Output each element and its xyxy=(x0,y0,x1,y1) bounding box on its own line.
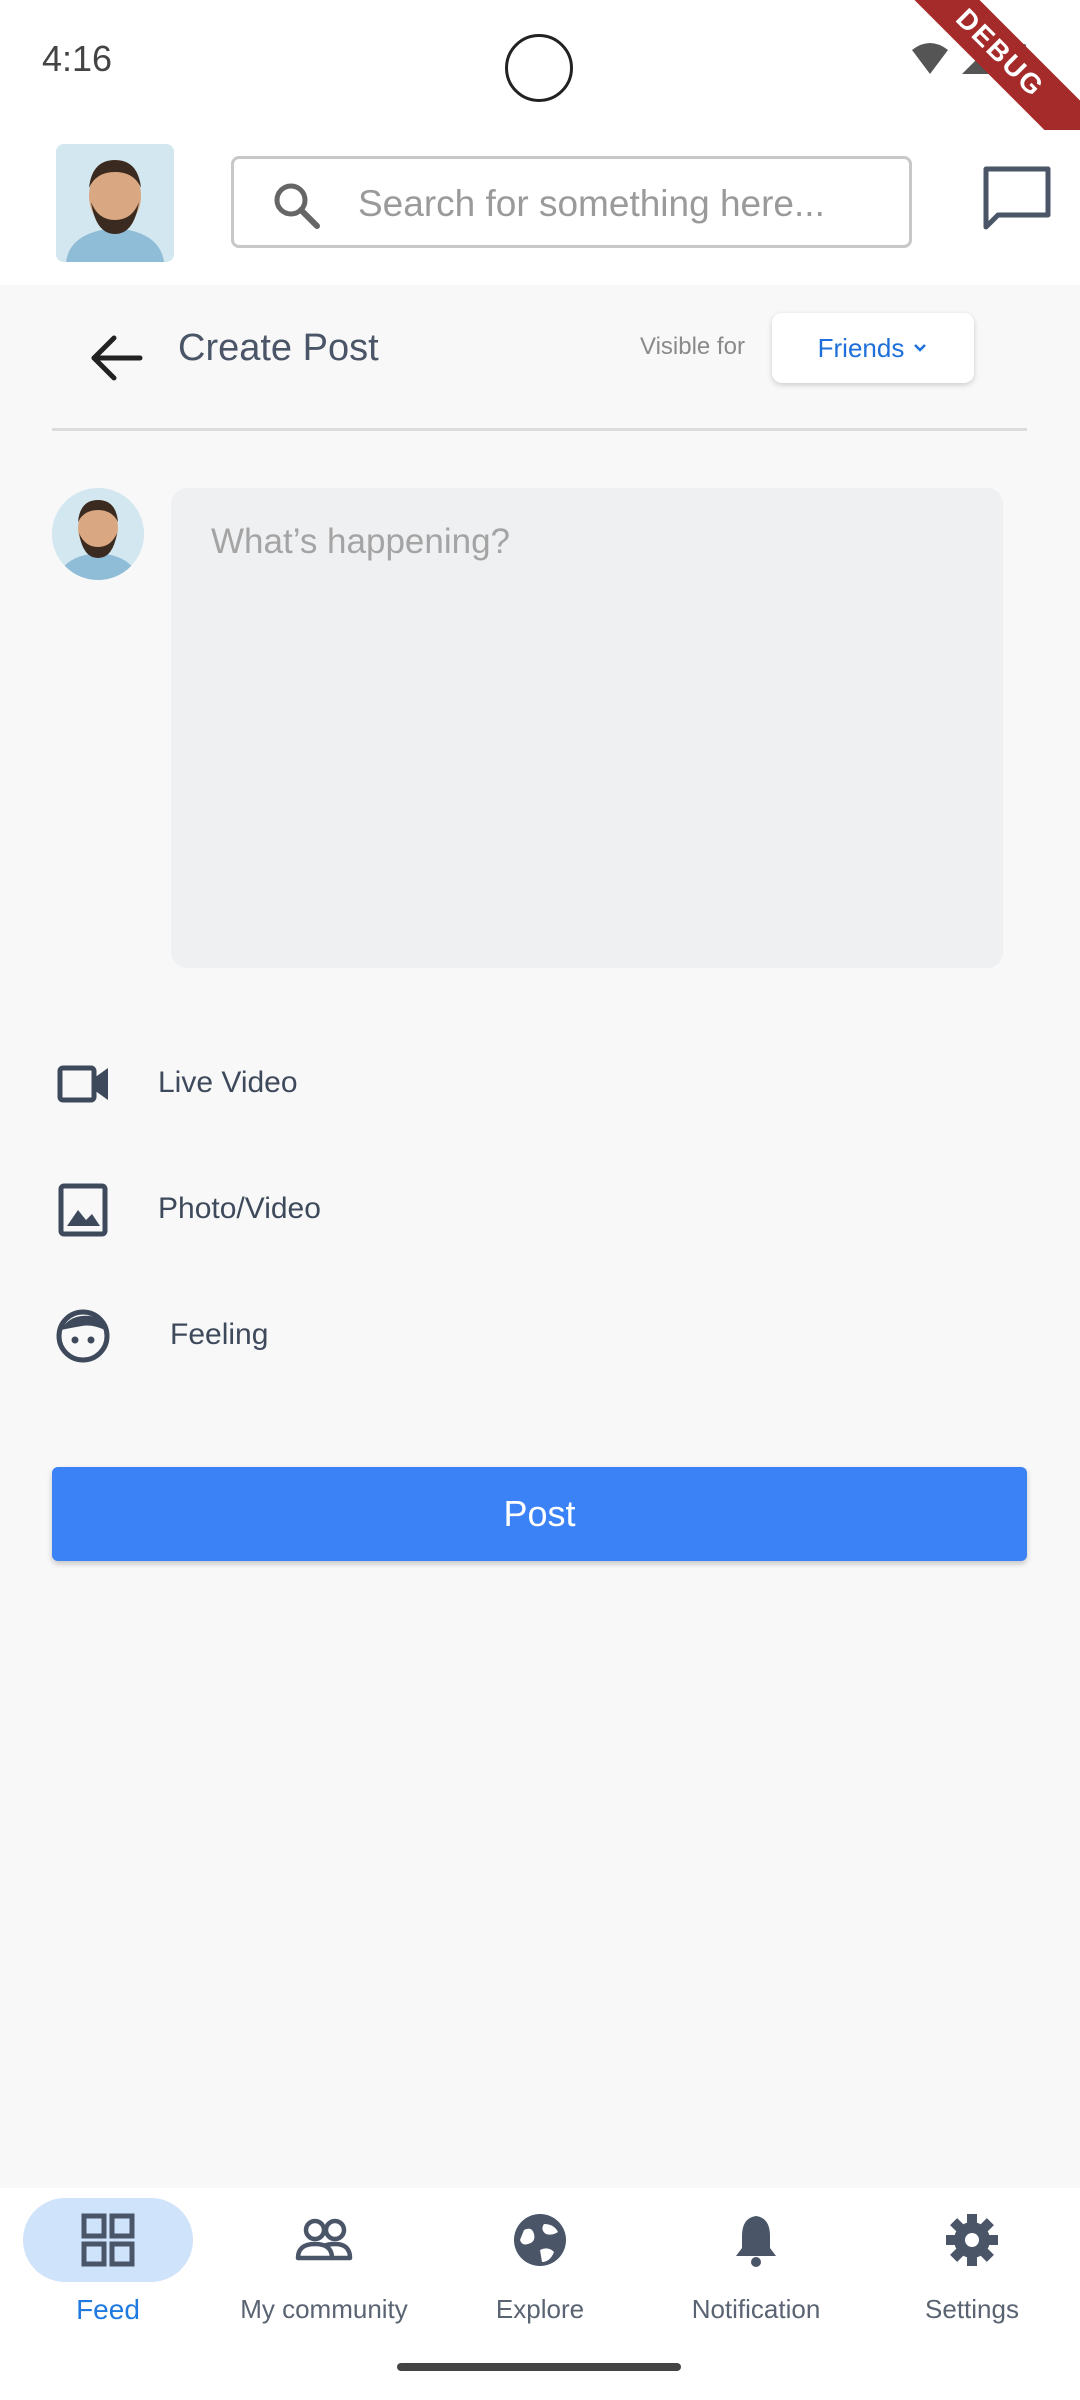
option-label: Photo/Video xyxy=(158,1192,321,1225)
gear-icon xyxy=(946,2214,998,2266)
smiley-icon xyxy=(56,1309,110,1363)
option-feeling[interactable]: Feeling xyxy=(52,1296,752,1376)
nav-label: Notification xyxy=(691,2294,821,2324)
top-bar: Search for something here... xyxy=(0,130,1080,285)
grid-icon xyxy=(81,2213,135,2267)
nav-label: Explore xyxy=(495,2294,585,2324)
video-camera-icon xyxy=(57,1065,108,1103)
post-button[interactable]: Post xyxy=(52,1467,1027,1561)
image-icon xyxy=(58,1183,108,1237)
search-icon xyxy=(274,183,320,229)
status-bar: 4:16 DEBUG xyxy=(0,0,1080,176)
nav-item-settings[interactable]: Settings xyxy=(864,2188,1080,2338)
search-input[interactable]: Search for something here... xyxy=(231,156,912,248)
option-label: Feeling xyxy=(170,1318,269,1351)
nav-label: Settings xyxy=(925,2294,1019,2324)
post-text-placeholder: What’s happening? xyxy=(211,522,511,561)
composer-avatar xyxy=(52,488,144,580)
search-placeholder: Search for something here... xyxy=(358,183,825,224)
page-title: Create Post xyxy=(178,327,379,369)
option-live-video[interactable]: Live Video xyxy=(52,1044,752,1124)
nav-item-my-community[interactable]: My community xyxy=(216,2188,432,2338)
option-photo-video[interactable]: Photo/Video xyxy=(52,1170,752,1250)
globe-icon xyxy=(514,2214,566,2266)
nav-label: Feed xyxy=(76,2294,140,2325)
nav-item-notification[interactable]: Notification xyxy=(648,2188,864,2338)
profile-avatar[interactable] xyxy=(56,144,174,262)
visible-for-label: Visible for xyxy=(640,333,745,360)
create-post-header: Create Post Visible for Friends xyxy=(0,285,1080,430)
back-arrow-icon[interactable] xyxy=(84,325,150,391)
home-indicator xyxy=(397,2363,681,2371)
bell-icon xyxy=(736,2216,776,2267)
post-text-area[interactable]: What’s happening? xyxy=(171,488,1003,968)
visibility-value: Friends xyxy=(817,332,905,363)
people-icon xyxy=(295,2218,353,2261)
visibility-dropdown[interactable]: Friends xyxy=(772,313,974,383)
wifi-icon xyxy=(912,43,948,74)
option-label: Live Video xyxy=(158,1066,298,1099)
chevron-down-icon xyxy=(914,344,927,352)
camera-cutout xyxy=(505,34,573,102)
nav-item-feed[interactable]: Feed xyxy=(0,2188,216,2338)
divider xyxy=(52,428,1027,431)
status-time: 4:16 xyxy=(42,38,113,79)
nav-label: My community xyxy=(240,2294,408,2324)
nav-item-explore[interactable]: Explore xyxy=(432,2188,648,2338)
message-icon[interactable] xyxy=(980,163,1054,233)
